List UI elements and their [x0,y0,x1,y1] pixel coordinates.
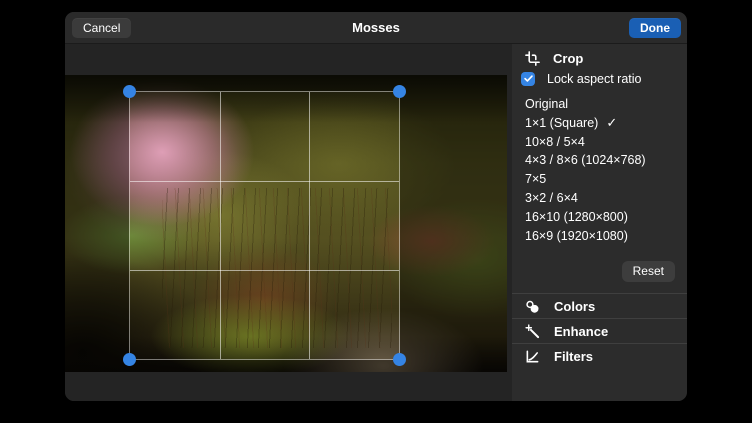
crop-handle-top-left[interactable] [123,85,136,98]
filters-section-label: Filters [554,349,593,364]
desktop-background: Cancel Mosses Done [0,0,752,423]
aspect-option-7x5[interactable]: 7×5 [525,170,685,189]
aspect-option-4x3[interactable]: 4×3 / 8×6 (1024×768) [525,151,685,170]
aspect-option-16x9[interactable]: 16×9 (1920×1080) [525,227,685,246]
crop-grid-line [130,181,399,182]
crop-handle-top-right[interactable] [393,85,406,98]
crop-grid-line [220,92,221,359]
crop-grid-line [130,270,399,271]
enhance-icon [525,324,540,339]
aspect-option-16x10[interactable]: 16×10 (1280×800) [525,208,685,227]
image-editor-window: Cancel Mosses Done [65,12,687,401]
tool-sections: Colors Enhance [512,293,687,368]
crop-icon [525,51,540,66]
crop-selection[interactable] [129,91,400,360]
crop-section-label: Crop [553,51,583,66]
section-colors[interactable]: Colors [512,293,687,318]
reset-button[interactable]: Reset [622,261,675,282]
enhance-section-label: Enhance [554,324,608,339]
lock-aspect-row[interactable]: Lock aspect ratio [512,71,687,86]
headerbar: Cancel Mosses Done [65,12,687,44]
crop-handle-bottom-left[interactable] [123,353,136,366]
selected-check-icon: ✓ [606,115,617,130]
crop-handle-bottom-right[interactable] [393,353,406,366]
filters-icon [525,349,540,364]
editor-canvas [65,44,512,401]
window-title: Mosses [65,12,687,44]
crop-grid-line [309,92,310,359]
aspect-option-10x8[interactable]: 10×8 / 5×4 [525,133,685,152]
colors-icon [525,299,540,314]
section-crop-header[interactable]: Crop [512,51,687,66]
section-filters[interactable]: Filters [512,343,687,368]
done-button[interactable]: Done [629,18,681,38]
aspect-option-1x1[interactable]: 1×1 (Square)✓ [525,114,685,133]
aspect-ratio-list: Original 1×1 (Square)✓ 10×8 / 5×4 4×3 / … [525,95,685,245]
aspect-option-3x2[interactable]: 3×2 / 6×4 [525,189,685,208]
lock-aspect-label: Lock aspect ratio [547,72,642,86]
photo-mosses [65,75,507,372]
lock-aspect-checkbox[interactable] [521,72,535,86]
colors-section-label: Colors [554,299,595,314]
aspect-option-original[interactable]: Original [525,95,685,114]
edit-sidebar: Crop Lock aspect ratio Original 1×1 (Squ… [512,44,687,401]
section-enhance[interactable]: Enhance [512,318,687,343]
